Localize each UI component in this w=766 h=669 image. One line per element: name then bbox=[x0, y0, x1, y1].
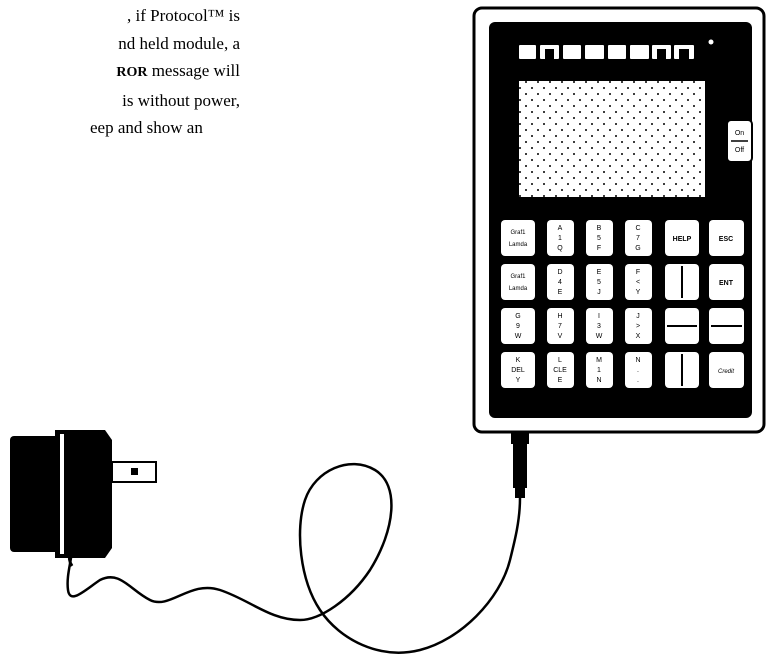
svg-text:5: 5 bbox=[597, 235, 601, 242]
illustration: On Off Graf1 Lamda A 1 Q B 5 F C 7 G HELP ESC G… bbox=[10, 6, 766, 654]
svg-text:5: 5 bbox=[597, 279, 601, 286]
svg-text:F: F bbox=[597, 245, 601, 252]
svg-text:Credit: Credit bbox=[718, 369, 734, 375]
svg-text:M: M bbox=[596, 357, 602, 364]
svg-text:HELP: HELP bbox=[673, 236, 692, 243]
svg-text:.: . bbox=[637, 367, 639, 374]
on-label: On bbox=[735, 130, 744, 137]
lcd-dot-grid bbox=[519, 81, 705, 197]
svg-text:G: G bbox=[635, 245, 640, 252]
svg-text:W: W bbox=[515, 333, 522, 340]
svg-text:K: K bbox=[516, 357, 521, 364]
svg-text:Graf1: Graf1 bbox=[510, 274, 526, 280]
svg-text:C: C bbox=[635, 225, 640, 232]
connector-top bbox=[511, 432, 529, 444]
svg-text:X: X bbox=[636, 333, 641, 340]
svg-text:Lamda: Lamda bbox=[509, 286, 528, 292]
svg-text:H: H bbox=[557, 313, 562, 320]
svg-text:ENT: ENT bbox=[719, 280, 734, 287]
svg-text:.: . bbox=[637, 377, 639, 384]
svg-text:<: < bbox=[636, 279, 640, 286]
off-label: Off bbox=[735, 147, 744, 154]
svg-text:N: N bbox=[596, 377, 601, 384]
svg-text:3: 3 bbox=[597, 323, 601, 330]
svg-text:Y: Y bbox=[636, 289, 641, 296]
key-graf1-a[interactable] bbox=[501, 220, 535, 256]
svg-text:W: W bbox=[596, 333, 603, 340]
svg-text:7: 7 bbox=[558, 323, 562, 330]
svg-text:B: B bbox=[597, 225, 602, 232]
svg-text:ESC: ESC bbox=[719, 236, 733, 243]
svg-text:CLE: CLE bbox=[553, 367, 567, 374]
svg-text:DEL: DEL bbox=[511, 367, 525, 374]
key-graf1-b[interactable] bbox=[501, 264, 535, 300]
connector-strain-relief bbox=[515, 488, 525, 498]
svg-text:J: J bbox=[597, 289, 601, 296]
svg-text:N: N bbox=[635, 357, 640, 364]
svg-text:9: 9 bbox=[516, 323, 520, 330]
svg-text:A: A bbox=[558, 225, 563, 232]
svg-text:4: 4 bbox=[558, 279, 562, 286]
svg-text:F: F bbox=[636, 269, 640, 276]
svg-text:L: L bbox=[558, 357, 562, 364]
svg-text:E: E bbox=[597, 269, 602, 276]
adapter-body bbox=[10, 436, 62, 552]
svg-text:7: 7 bbox=[636, 235, 640, 242]
prong-hole bbox=[131, 468, 138, 475]
svg-text:Lamda: Lamda bbox=[509, 242, 528, 248]
svg-text:D: D bbox=[557, 269, 562, 276]
svg-text:Y: Y bbox=[516, 377, 521, 384]
power-adapter bbox=[10, 430, 157, 567]
handheld-module: On Off Graf1 Lamda A 1 Q B 5 F C 7 G HELP ESC G… bbox=[472, 6, 766, 498]
on-off-button[interactable]: On Off bbox=[726, 119, 753, 163]
svg-text:E: E bbox=[558, 377, 563, 384]
svg-text:G: G bbox=[515, 313, 520, 320]
svg-text:Q: Q bbox=[557, 245, 563, 252]
svg-text:1: 1 bbox=[597, 367, 601, 374]
power-cable bbox=[66, 462, 522, 654]
svg-text:I: I bbox=[598, 313, 600, 320]
svg-text:1: 1 bbox=[558, 235, 562, 242]
svg-text:Graf1: Graf1 bbox=[510, 230, 526, 236]
adapter-seam bbox=[60, 434, 64, 554]
connector-plug bbox=[513, 444, 527, 488]
svg-text:V: V bbox=[558, 333, 563, 340]
svg-text:J: J bbox=[636, 313, 640, 320]
svg-text:>: > bbox=[636, 323, 640, 330]
svg-text:E: E bbox=[558, 289, 563, 296]
